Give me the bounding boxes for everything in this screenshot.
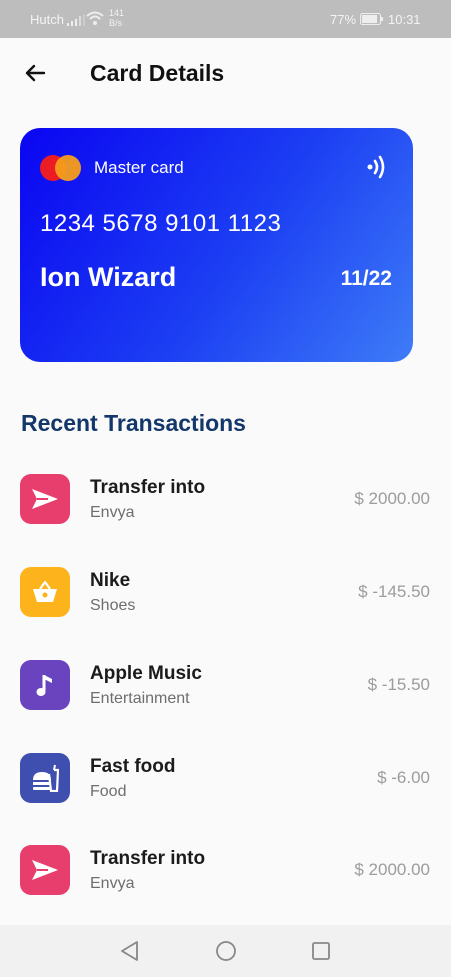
transaction-subtitle: Envya <box>90 875 135 892</box>
transaction-amount: $ 2000.00 <box>354 860 430 879</box>
arrow-left-icon <box>25 64 46 82</box>
nav-recents-button[interactable] <box>307 937 335 965</box>
send-icon <box>20 845 70 895</box>
battery-icon <box>360 13 383 25</box>
transaction-item[interactable]: Fast food Food $ -6.00 <box>0 753 451 813</box>
transaction-amount: $ -6.00 <box>377 768 430 787</box>
transaction-item[interactable]: Transfer into Envya $ 2000.00 <box>0 845 451 905</box>
page-title: Card Details <box>90 60 225 86</box>
transaction-subtitle: Shoes <box>90 597 136 614</box>
nav-back-button[interactable] <box>116 937 144 965</box>
recents-square-icon <box>312 942 330 960</box>
home-circle-icon <box>216 941 236 961</box>
transaction-name: Fast food <box>90 756 176 777</box>
transaction-subtitle: Food <box>90 783 127 800</box>
network-speed-value: 141 <box>109 8 125 18</box>
transaction-name: Transfer into <box>90 477 206 498</box>
card-brand: Master card <box>94 158 184 177</box>
contactless-icon <box>367 155 385 179</box>
section-title-recent-transactions: Recent Transactions <box>21 410 246 436</box>
battery-percent: 77% <box>330 12 357 27</box>
carrier-label: Hutch <box>30 12 64 27</box>
transaction-name: Transfer into <box>90 848 206 869</box>
transaction-name: Apple Music <box>90 663 202 684</box>
signal-icon <box>67 14 85 26</box>
network-speed-unit: B/s <box>109 18 123 28</box>
transaction-item[interactable]: Transfer into Envya $ 2000.00 <box>0 474 451 534</box>
transaction-subtitle: Envya <box>90 504 135 521</box>
basket-icon <box>20 567 70 617</box>
app-bar: Card Details <box>0 38 451 110</box>
transaction-name: Nike <box>90 570 131 591</box>
nav-home-button[interactable] <box>212 937 240 965</box>
status-bar: Hutch 141 B/s 77% 10:31 <box>0 0 451 38</box>
card-number: 1234 5678 9101 1123 <box>40 210 282 237</box>
credit-card[interactable]: Master card 1234 5678 9101 1123 Ion Wiza… <box>20 128 413 362</box>
card-expiry: 11/22 <box>340 267 392 290</box>
mastercard-logo-icon <box>40 155 82 181</box>
transaction-amount: $ -15.50 <box>367 675 430 694</box>
system-nav-bar <box>0 925 451 977</box>
network-speed: 141 B/s <box>109 8 124 28</box>
transaction-item[interactable]: Nike Shoes $ -145.50 <box>0 567 451 627</box>
send-icon <box>20 474 70 524</box>
back-button[interactable] <box>20 58 50 88</box>
transaction-amount: $ -145.50 <box>358 582 430 601</box>
transaction-item[interactable]: Apple Music Entertainment $ -15.50 <box>0 660 451 720</box>
transaction-amount: $ 2000.00 <box>354 489 430 508</box>
back-triangle-icon <box>121 941 138 961</box>
clock: 10:31 <box>388 12 421 27</box>
transaction-subtitle: Entertainment <box>90 690 190 707</box>
wifi-icon <box>86 11 104 25</box>
fast-food-icon <box>20 753 70 803</box>
card-holder-name: Ion Wizard <box>40 262 177 292</box>
music-note-icon <box>20 660 70 710</box>
